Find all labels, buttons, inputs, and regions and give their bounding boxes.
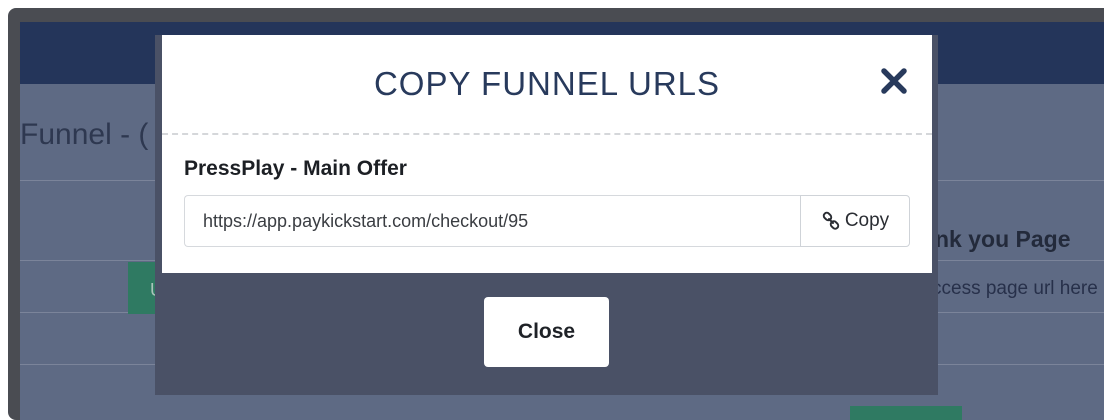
close-button[interactable]: Close <box>484 297 609 367</box>
copy-button[interactable]: Copy <box>800 195 910 247</box>
modal-content: COPY FUNNEL URLS PressPlay - Main Offer <box>162 35 932 273</box>
offer-label: PressPlay - Main Offer <box>184 157 407 180</box>
page-title: Funnel - ( <box>20 118 149 151</box>
url-input-group: Copy <box>184 195 910 247</box>
copy-button-label: Copy <box>844 210 890 231</box>
success-url-placeholder: ccess page url here <box>932 278 1098 299</box>
close-x-icon[interactable] <box>878 65 910 97</box>
modal-title: COPY FUNNEL URLS <box>373 65 721 102</box>
link-icon <box>821 211 841 231</box>
green-button-partial <box>850 406 962 420</box>
modal-header: COPY FUNNEL URLS <box>162 35 932 135</box>
funnel-url-input[interactable] <box>184 195 800 247</box>
screenshot-frame: Funnel - ( Up nk you Page ccess page url… <box>0 0 1104 420</box>
thank-you-page-title: nk you Page <box>935 226 1071 252</box>
